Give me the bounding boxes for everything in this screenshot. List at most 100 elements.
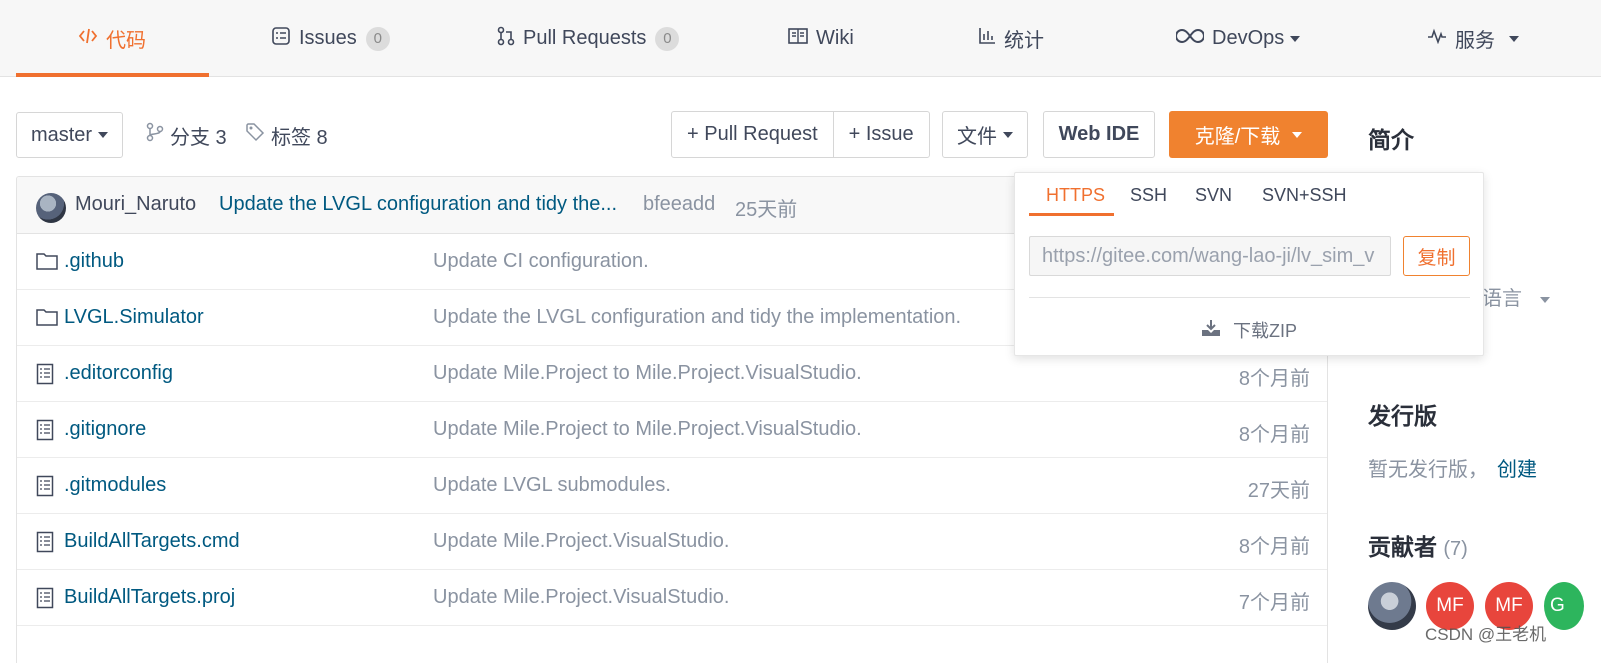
commit-author[interactable]: Mouri_Naruto (75, 193, 196, 216)
pulse-icon (1427, 27, 1447, 50)
tab-wiki[interactable]: Wiki (788, 0, 854, 77)
file-commit-message[interactable]: Update Mile.Project to Mile.Project.Visu… (433, 362, 862, 385)
language-filter[interactable]: 语言 (1482, 282, 1550, 311)
tab-services[interactable]: 服务 (1427, 0, 1519, 77)
active-tab-indicator (16, 73, 209, 77)
file-name[interactable]: BuildAllTargets.proj (64, 586, 235, 609)
file-commit-message[interactable]: Update the LVGL configuration and tidy t… (433, 306, 961, 329)
clone-dropdown: HTTPS SSH SVN SVN+SSH https://gitee.com/… (1014, 172, 1484, 356)
file-icon (36, 587, 58, 609)
tags-count: 标签 8 (271, 126, 328, 149)
clone-download-label: 克隆/下载 (1194, 126, 1281, 148)
file-icon (36, 475, 58, 497)
file-icon (36, 531, 58, 553)
tab-issues[interactable]: Issues 0 (271, 0, 390, 77)
tab-services-label: 服务 (1455, 30, 1495, 52)
tab-statistics-label: 统计 (1004, 30, 1044, 52)
chevron-down-icon (1539, 296, 1550, 303)
branches-count: 分支 3 (170, 126, 227, 149)
releases-empty-text: 暂无发行版， (1368, 459, 1488, 481)
file-icon (36, 419, 58, 441)
tags-link[interactable]: 标签 8 (245, 112, 328, 158)
tab-issues-label: Issues (299, 27, 357, 49)
create-button-group: + Pull Request + Issue (671, 111, 930, 158)
clone-download-button[interactable]: 克隆/下载 (1169, 111, 1328, 158)
create-release-link[interactable]: 创建 (1497, 453, 1537, 482)
watermark: CSDN @王老机 (1425, 625, 1547, 644)
file-name[interactable]: LVGL.Simulator (64, 306, 204, 329)
chevron-down-icon (1509, 35, 1519, 42)
contributors-heading: 贡献者 (7) (1368, 528, 1468, 562)
file-commit-message[interactable]: Update Mile.Project.VisualStudio. (433, 586, 729, 609)
branch-icon (146, 122, 164, 148)
file-commit-message[interactable]: Update CI configuration. (433, 250, 649, 273)
copy-button[interactable]: 复制 (1403, 236, 1470, 276)
table-row[interactable]: BuildAllTargets.proj Update Mile.Project… (17, 570, 1327, 626)
web-ide-button[interactable]: Web IDE (1043, 111, 1155, 158)
clone-url-field[interactable]: https://gitee.com/wang-lao-ji/lv_sim_v (1029, 236, 1391, 276)
repo-nav: 代码 Issues 0 Pull Requests 0 Wiki 统计 DevO… (0, 0, 1601, 77)
tab-ssh[interactable]: SSH (1130, 185, 1167, 206)
infinity-icon (1175, 27, 1205, 50)
commit-message[interactable]: Update the LVGL configuration and tidy t… (219, 193, 617, 216)
issues-icon (271, 26, 291, 52)
tab-devops[interactable]: DevOps (1175, 0, 1301, 77)
avatar[interactable]: G (1544, 582, 1584, 630)
contributors-count: (7) (1443, 538, 1468, 560)
tab-https[interactable]: HTTPS (1046, 185, 1105, 206)
avatar[interactable] (1368, 582, 1416, 630)
download-zip-link[interactable]: 下载ZIP (1201, 317, 1297, 343)
download-zip-label: 下载ZIP (1233, 321, 1298, 341)
commit-time: 25天前 (735, 199, 798, 221)
file-name[interactable]: .editorconfig (64, 362, 173, 385)
avatar[interactable] (36, 193, 66, 223)
chevron-down-icon (1290, 35, 1301, 42)
file-commit-message[interactable]: Update Mile.Project to Mile.Project.Visu… (433, 418, 862, 441)
tab-code[interactable]: 代码 (78, 0, 146, 77)
file-time: 7个月前 (1238, 592, 1310, 614)
table-row[interactable]: .gitmodules Update LVGL submodules. 27天前 (17, 458, 1327, 514)
file-time: 8个月前 (1238, 368, 1310, 390)
active-tab-indicator (1029, 213, 1114, 216)
code-icon (78, 26, 98, 52)
tab-svn[interactable]: SVN (1195, 185, 1232, 206)
file-name[interactable]: BuildAllTargets.cmd (64, 530, 240, 553)
new-issue-button[interactable]: + Issue (832, 112, 929, 157)
file-name[interactable]: .gitmodules (64, 474, 166, 497)
language-label: 语言 (1482, 288, 1522, 310)
branch-select[interactable]: master (16, 112, 123, 158)
file-time: 8个月前 (1238, 424, 1310, 446)
pull-requests-count-badge: 0 (655, 26, 680, 51)
tab-devops-label: DevOps (1212, 27, 1285, 49)
file-commit-message[interactable]: Update Mile.Project.VisualStudio. (433, 530, 729, 553)
tab-svn-ssh[interactable]: SVN+SSH (1262, 185, 1347, 206)
file-icon (36, 363, 58, 385)
folder-icon (36, 251, 58, 273)
file-name[interactable]: .gitignore (64, 418, 146, 441)
tab-wiki-label: Wiki (816, 27, 854, 49)
chevron-down-icon (98, 132, 109, 138)
file-name[interactable]: .github (64, 250, 124, 273)
download-icon (1201, 319, 1221, 342)
table-row[interactable]: .gitignore Update Mile.Project to Mile.P… (17, 402, 1327, 458)
file-commit-message[interactable]: Update LVGL submodules. (433, 474, 671, 497)
tab-pull-requests[interactable]: Pull Requests 0 (497, 0, 680, 77)
releases-heading: 发行版 (1368, 403, 1437, 429)
branches-link[interactable]: 分支 3 (146, 112, 227, 158)
folder-icon (36, 307, 58, 329)
issues-count-badge: 0 (365, 26, 390, 51)
branch-select-label: master (30, 123, 93, 146)
file-menu-label: 文件 (957, 126, 997, 148)
contributors-title: 贡献者 (1368, 534, 1437, 560)
file-time: 8个月前 (1238, 536, 1310, 558)
file-menu-button[interactable]: 文件 (942, 111, 1028, 158)
tab-statistics[interactable]: 统计 (978, 0, 1044, 77)
tab-pull-requests-label: Pull Requests (523, 27, 647, 49)
pull-request-icon (497, 26, 515, 52)
table-row[interactable]: BuildAllTargets.cmd Update Mile.Project.… (17, 514, 1327, 570)
bar-chart-icon (978, 27, 996, 51)
tag-icon (245, 122, 265, 148)
chevron-down-icon (1292, 131, 1303, 138)
new-pull-request-button[interactable]: + Pull Request (672, 112, 833, 157)
commit-hash[interactable]: bfeeadd (643, 193, 715, 216)
